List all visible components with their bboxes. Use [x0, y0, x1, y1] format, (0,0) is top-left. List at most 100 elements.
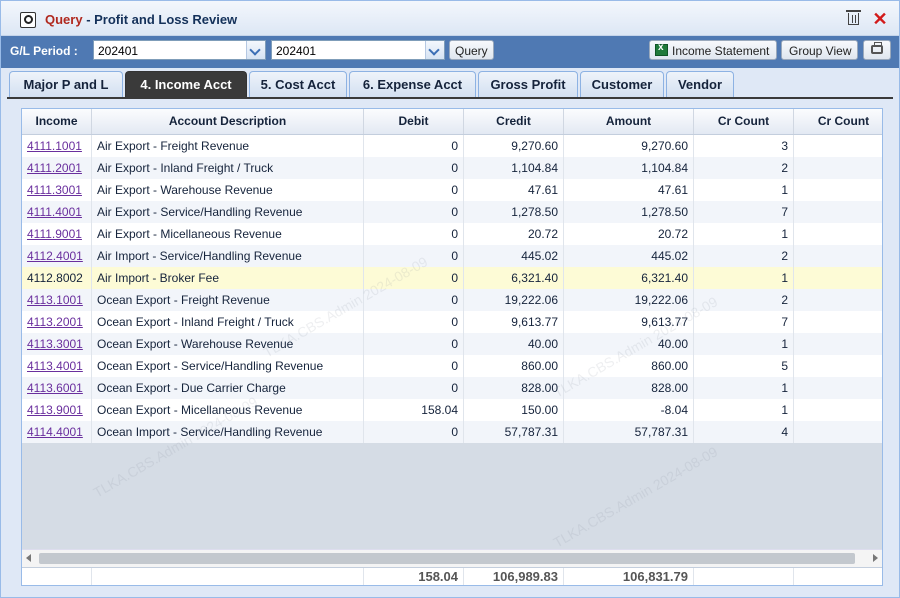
cr-count-value: 1 — [694, 179, 794, 201]
table-row[interactable]: 4113.2001 Ocean Export - Inland Freight /… — [22, 311, 882, 333]
cr-count-2-value — [794, 289, 882, 311]
table-row[interactable]: 4113.9001 Ocean Export - Micellaneous Rev… — [22, 399, 882, 421]
table-row[interactable]: 4111.9001 Air Export - Micellaneous Reven… — [22, 223, 882, 245]
period-to-combo[interactable]: 202401 — [271, 40, 445, 60]
scroll-left-icon[interactable] — [26, 554, 31, 562]
account-number-link[interactable]: 4112.8002 — [27, 271, 83, 285]
account-number-link[interactable]: 4111.4001 — [27, 205, 82, 219]
total-amount: 106,831.79 — [564, 568, 694, 585]
account-number-link[interactable]: 4113.4001 — [27, 359, 83, 373]
table-row[interactable]: 4112.8002 Air Import - Broker Fee 0 6,321.4… — [22, 267, 882, 289]
account-number-link[interactable]: 4113.3001 — [27, 337, 83, 351]
account-number-link[interactable]: 4113.6001 — [27, 381, 83, 395]
cr-count-value: 1 — [694, 267, 794, 289]
account-number-link[interactable]: 4112.4001 — [27, 249, 83, 263]
debit-value: 158.04 — [364, 399, 464, 421]
cr-count-value: 2 — [694, 245, 794, 267]
tab-vendor[interactable]: Vendor — [666, 71, 734, 97]
account-number-cell: 4111.1001 — [22, 135, 92, 157]
account-number-link[interactable]: 4113.1001 — [27, 293, 83, 307]
table-row[interactable]: 4111.4001 Air Export - Service/Handling R… — [22, 201, 882, 223]
tab-major-p-and-l[interactable]: Major P and L — [9, 71, 123, 97]
scrollbar-thumb[interactable] — [39, 553, 855, 564]
table-row[interactable]: 4113.6001 Ocean Export - Due Carrier Char… — [22, 377, 882, 399]
group-view-button[interactable]: Group View — [781, 40, 858, 60]
account-number-link[interactable]: 4114.4001 — [27, 425, 83, 439]
chevron-down-icon[interactable] — [425, 41, 444, 59]
column-header-amount[interactable]: Amount — [564, 109, 694, 134]
cr-count-value: 5 — [694, 355, 794, 377]
cr-count-2-value — [794, 333, 882, 355]
credit-value: 9,270.60 — [464, 135, 564, 157]
tab-cost-acct[interactable]: 5. Cost Acct — [249, 71, 347, 97]
income-statement-button[interactable]: Income Statement — [649, 40, 777, 60]
debit-value: 0 — [364, 179, 464, 201]
account-number-link[interactable]: 4111.2001 — [27, 161, 82, 175]
account-number-link[interactable]: 4111.3001 — [27, 183, 82, 197]
amount-value: 57,787.31 — [564, 421, 694, 443]
tab-customer[interactable]: Customer — [580, 71, 664, 97]
column-header-credit[interactable]: Credit — [464, 109, 564, 134]
column-header-debit[interactable]: Debit — [364, 109, 464, 134]
account-number-link[interactable]: 4111.1001 — [27, 139, 82, 153]
cr-count-value: 7 — [694, 311, 794, 333]
query-magnifier-icon — [20, 12, 36, 28]
chevron-down-icon[interactable] — [246, 41, 265, 59]
tab-income-acct[interactable]: 4. Income Acct — [125, 71, 247, 97]
title-bar: Query - Profit and Loss Review ✕ — [1, 1, 899, 36]
credit-value: 47.61 — [464, 179, 564, 201]
table-row[interactable]: 4113.1001 Ocean Export - Freight Revenue 0… — [22, 289, 882, 311]
cr-count-2-value — [794, 245, 882, 267]
query-toolbar: G/L Period : 202401 202401 Query Income … — [1, 36, 899, 68]
trash-icon[interactable] — [846, 10, 861, 25]
account-number-link[interactable]: 4113.9001 — [27, 403, 83, 417]
table-row[interactable]: 4111.3001 Air Export - Warehouse Revenue 0… — [22, 179, 882, 201]
cr-count-value: 4 — [694, 421, 794, 443]
table-row[interactable]: 4111.2001 Air Export - Inland Freight / T… — [22, 157, 882, 179]
tab-expense-acct[interactable]: 6. Expense Acct — [349, 71, 476, 97]
table-row[interactable]: 4113.4001 Ocean Export - Service/Handling… — [22, 355, 882, 377]
title-subtitle: - Profit and Loss Review — [82, 12, 238, 27]
tab-gross-profit[interactable]: Gross Profit — [478, 71, 578, 97]
cr-count-2-value — [794, 157, 882, 179]
scroll-right-icon[interactable] — [873, 554, 878, 562]
account-number-cell: 4111.2001 — [22, 157, 92, 179]
print-button[interactable] — [863, 40, 891, 60]
table-row[interactable]: 4114.4001 Ocean Import - Service/Handling… — [22, 421, 882, 443]
amount-value: 19,222.06 — [564, 289, 694, 311]
account-description: Air Import - Service/Handling Revenue — [92, 245, 364, 267]
income-account-grid: Income Account Description Debit Credit … — [21, 108, 883, 586]
debit-value: 0 — [364, 245, 464, 267]
close-icon[interactable]: ✕ — [872, 10, 888, 28]
credit-value: 445.02 — [464, 245, 564, 267]
account-description: Ocean Export - Inland Freight / Truck — [92, 311, 364, 333]
table-row[interactable]: 4112.4001 Air Import - Service/Handling R… — [22, 245, 882, 267]
cr-count-2-value — [794, 135, 882, 157]
account-number-cell: 4113.2001 — [22, 311, 92, 333]
cr-count-value: 3 — [694, 135, 794, 157]
column-header-account-description[interactable]: Account Description — [92, 109, 364, 134]
amount-value: 1,278.50 — [564, 201, 694, 223]
table-row[interactable]: 4113.3001 Ocean Export - Warehouse Revenu… — [22, 333, 882, 355]
column-header-cr-count-2[interactable]: Cr Count — [794, 109, 882, 134]
horizontal-scrollbar[interactable] — [22, 549, 882, 567]
table-row[interactable]: 4111.1001 Air Export - Freight Revenue 0 9,… — [22, 135, 882, 157]
cr-count-2-value — [794, 223, 882, 245]
account-description: Air Export - Freight Revenue — [92, 135, 364, 157]
tab-strip: Major P and L 4. Income Acct 5. Cost Acc… — [7, 71, 893, 98]
amount-value: 860.00 — [564, 355, 694, 377]
account-description: Ocean Export - Freight Revenue — [92, 289, 364, 311]
debit-value: 0 — [364, 289, 464, 311]
account-number-cell: 4114.4001 — [22, 421, 92, 443]
account-number-cell: 4112.4001 — [22, 245, 92, 267]
account-description: Air Export - Warehouse Revenue — [92, 179, 364, 201]
query-button[interactable]: Query — [449, 40, 494, 60]
period-from-combo[interactable]: 202401 — [93, 40, 266, 60]
total-credit: 106,989.83 — [464, 568, 564, 585]
column-header-income[interactable]: Income — [22, 109, 92, 134]
column-header-cr-count[interactable]: Cr Count — [694, 109, 794, 134]
cr-count-value: 1 — [694, 377, 794, 399]
account-number-link[interactable]: 4113.2001 — [27, 315, 83, 329]
cr-count-value: 2 — [694, 157, 794, 179]
account-number-link[interactable]: 4111.9001 — [27, 227, 82, 241]
